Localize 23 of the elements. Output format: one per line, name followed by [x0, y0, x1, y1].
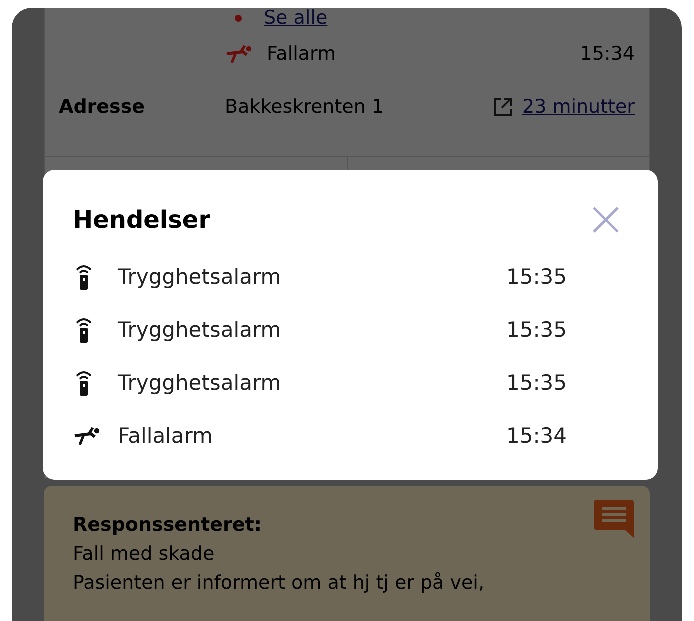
event-time: 15:35	[506, 264, 567, 288]
see-all-link[interactable]: Se alle	[264, 8, 328, 29]
event-label: Fallalarm	[118, 424, 214, 448]
note-title: Responssenteret:	[73, 514, 263, 536]
event-time: 15:35	[506, 318, 567, 342]
dialog-title: Hendelser	[73, 206, 211, 234]
travel-time-link[interactable]: 23 minutter	[522, 96, 635, 118]
chat-icon	[594, 500, 634, 538]
event-label: Trygghetsalarm	[118, 370, 282, 394]
address-label: Adresse	[59, 96, 146, 118]
falling-person-icon	[225, 43, 253, 65]
event-label: Fallarm	[267, 43, 336, 65]
event-time: 15:34	[580, 43, 635, 65]
event-time: 15:35	[506, 370, 567, 394]
status-dot	[235, 14, 242, 22]
external-link-icon	[492, 97, 512, 117]
falling-person-icon	[73, 424, 101, 446]
note-text: Fall med skade	[73, 542, 216, 567]
event-label: Trygghetsalarm	[118, 264, 282, 288]
address-value: Bakkeskrenten 1	[225, 96, 386, 118]
event-label: Trygghetsalarm	[118, 318, 282, 342]
note-text: Pasienten er informert om at hj tj er på vei,	[73, 571, 486, 596]
event-time: 15:34	[506, 424, 567, 448]
